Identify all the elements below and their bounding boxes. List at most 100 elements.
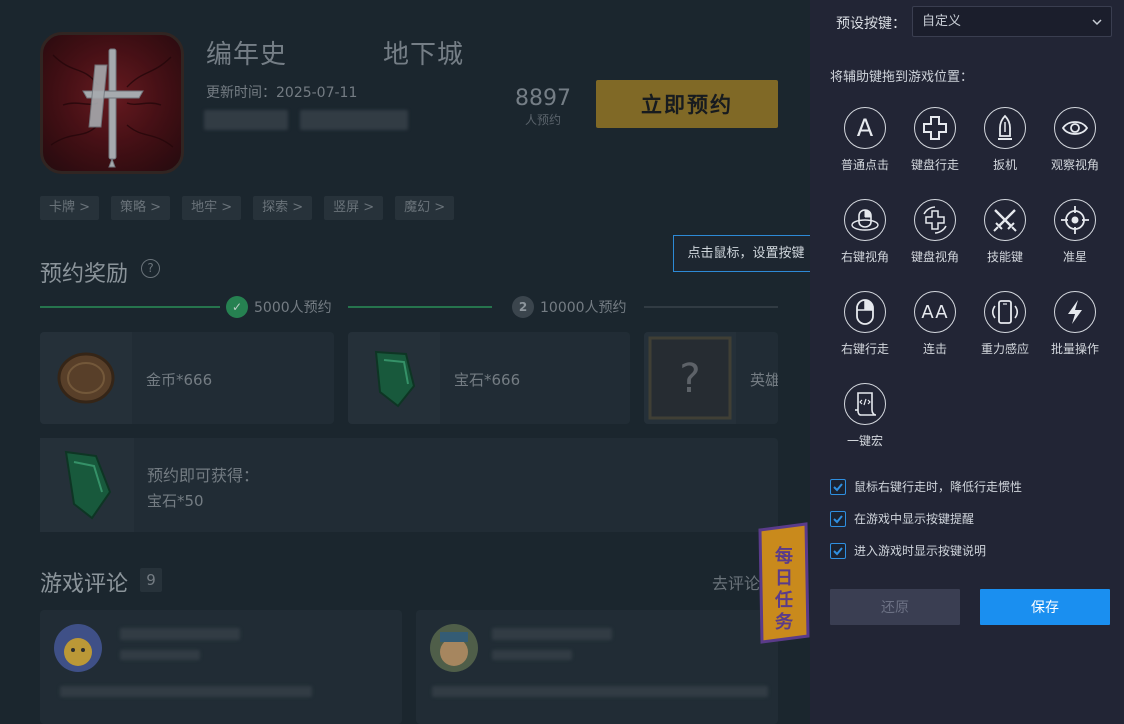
crosshair-icon xyxy=(1054,199,1096,241)
gain-title: 预约即可获得： xyxy=(147,466,260,485)
milestone-5000: ✓ 5000人预约 xyxy=(226,296,332,318)
keyboard-orbit-icon xyxy=(914,199,956,241)
milestone-label: 10000人预约 xyxy=(540,300,627,316)
go-review-link[interactable]: 去评论 xyxy=(712,570,760,594)
milestone-label: 5000人预约 xyxy=(254,300,332,316)
reward-label: 宝石*666 xyxy=(454,371,521,389)
blurred-username xyxy=(120,628,240,640)
key-label: 连击 xyxy=(922,342,947,356)
key-right-click-view[interactable]: 右键视角 xyxy=(830,199,900,265)
option-label: 在游戏中显示按键提醒 xyxy=(854,512,975,526)
option-label: 鼠标右键行走时，降低行走惯性 xyxy=(854,480,1023,494)
blurred-comment xyxy=(60,686,312,697)
checkbox-checked[interactable] xyxy=(830,478,846,495)
reviews-title: 游戏评论 xyxy=(40,572,129,597)
preset-value: 自定义 xyxy=(922,14,962,29)
option-reduce-inertia[interactable]: 鼠标右键行走时，降低行走惯性 xyxy=(830,478,1022,495)
tag-list: 卡牌 > 策略 > 地牢 > 探索 > 竖屏 > 魔幻 > xyxy=(40,196,455,220)
review-card xyxy=(416,610,778,724)
tag-item[interactable]: 地牢 > xyxy=(182,196,242,220)
key-combo[interactable]: AA 连击 xyxy=(900,291,970,357)
milestone-10000: 2 10000人预约 xyxy=(512,296,627,318)
reserve-count-label: 人预约 xyxy=(524,113,561,127)
key-trigger[interactable]: 扳机 xyxy=(970,107,1040,173)
key-label: 一键宏 xyxy=(846,434,883,448)
key-label: 准星 xyxy=(1062,250,1087,264)
daily-task-char: 日 xyxy=(775,568,793,589)
restore-button[interactable]: 还原 xyxy=(830,589,960,625)
progress-line xyxy=(348,306,492,308)
chevron-down-icon xyxy=(1092,19,1102,26)
progress-line xyxy=(40,306,220,308)
key-macro[interactable]: 一键宏 xyxy=(830,383,900,449)
dpad-icon xyxy=(914,107,956,149)
game-title-part1: 编年史 xyxy=(206,40,288,70)
key-observe-view[interactable]: 观察视角 xyxy=(1040,107,1110,173)
check-icon xyxy=(833,482,843,491)
game-cover-image[interactable] xyxy=(40,32,184,174)
daily-task-char: 每 xyxy=(775,545,793,567)
key-label: 批量操作 xyxy=(1050,342,1099,356)
game-detail-page: 编年史 地下城 更新时间：2025-07-11 8897 人预约 立即预约 卡牌 … xyxy=(0,0,810,724)
checkbox-checked[interactable] xyxy=(830,510,846,527)
reserve-count: 8897 xyxy=(515,86,571,111)
macro-icon xyxy=(844,383,886,425)
daily-task-char: 务 xyxy=(775,611,794,633)
gain-item: 宝石*50 xyxy=(147,492,204,510)
bullet-icon xyxy=(984,107,1026,149)
reward-label: 英雄 xyxy=(750,371,778,389)
reserve-gain-card: 预约即可获得： 宝石*50 xyxy=(40,438,778,532)
key-keyboard-view[interactable]: 键盘视角 xyxy=(900,199,970,265)
rewards-title: 预约奖励 xyxy=(40,262,129,287)
mouse-icon xyxy=(844,291,886,333)
reserve-count-block: 8897 人预约 xyxy=(500,86,586,128)
reward-label: 金币*666 xyxy=(146,371,213,389)
preset-select[interactable]: 自定义 xyxy=(912,6,1112,37)
phone-gravity-icon xyxy=(984,291,1026,333)
reserve-now-button[interactable]: 立即预约 xyxy=(596,80,778,128)
blurred-comment xyxy=(432,686,768,697)
blurred-meta xyxy=(120,650,200,660)
key-right-click-walk[interactable]: 右键行走 xyxy=(830,291,900,357)
tag-item[interactable]: 竖屏 > xyxy=(324,196,384,220)
mystery-hero-icon: ? xyxy=(644,332,736,424)
review-count-badge: 9 xyxy=(140,568,162,592)
key-gravity[interactable]: 重力感应 xyxy=(970,291,1040,357)
crossed-swords-icon xyxy=(984,199,1026,241)
daily-task-badge[interactable]: 每 日 任 务 xyxy=(754,522,810,644)
check-icon xyxy=(833,546,843,555)
blurred-info xyxy=(300,110,408,130)
update-time: 更新时间：2025-07-11 xyxy=(206,85,358,101)
avatar xyxy=(54,624,102,672)
milestone-number: 2 xyxy=(512,296,534,318)
option-show-key-hint[interactable]: 在游戏中显示按键提醒 xyxy=(830,510,974,527)
save-button[interactable]: 保存 xyxy=(980,589,1110,625)
double-a-icon: AA xyxy=(914,291,956,333)
review-card xyxy=(40,610,402,724)
preset-label: 预设按键： xyxy=(836,16,906,32)
key-label: 普通点击 xyxy=(840,158,889,172)
eye-icon xyxy=(1054,107,1096,149)
game-title-part2: 地下城 xyxy=(383,40,465,70)
coin-icon xyxy=(40,332,132,424)
svg-text:?: ? xyxy=(679,356,700,402)
key-mapping-panel: 预设按键： 自定义 将辅助键拖到游戏位置： A 普通点击 键盘行走 扳机 观察视… xyxy=(810,0,1124,724)
key-batch[interactable]: 批量操作 xyxy=(1040,291,1110,357)
daily-task-char: 任 xyxy=(774,589,793,611)
reward-card: 宝石*666 xyxy=(348,332,630,424)
key-keyboard-walk[interactable]: 键盘行走 xyxy=(900,107,970,173)
tag-item[interactable]: 策略 > xyxy=(111,196,171,220)
game-title: 编年史 地下城 xyxy=(206,34,464,71)
checkbox-checked[interactable] xyxy=(830,542,846,559)
key-glyph: A xyxy=(856,114,874,142)
tag-item[interactable]: 魔幻 > xyxy=(395,196,455,220)
tag-item[interactable]: 卡牌 > xyxy=(40,196,100,220)
help-icon[interactable]: ? xyxy=(141,259,160,278)
key-glyph: AA xyxy=(921,301,949,323)
key-normal-click[interactable]: A 普通点击 xyxy=(830,107,900,173)
tag-item[interactable]: 探索 > xyxy=(253,196,313,220)
key-crosshair[interactable]: 准星 xyxy=(1040,199,1110,265)
option-show-key-guide[interactable]: 进入游戏时显示按键说明 xyxy=(830,542,986,559)
progress-line xyxy=(644,306,778,308)
key-skill[interactable]: 技能键 xyxy=(970,199,1040,265)
